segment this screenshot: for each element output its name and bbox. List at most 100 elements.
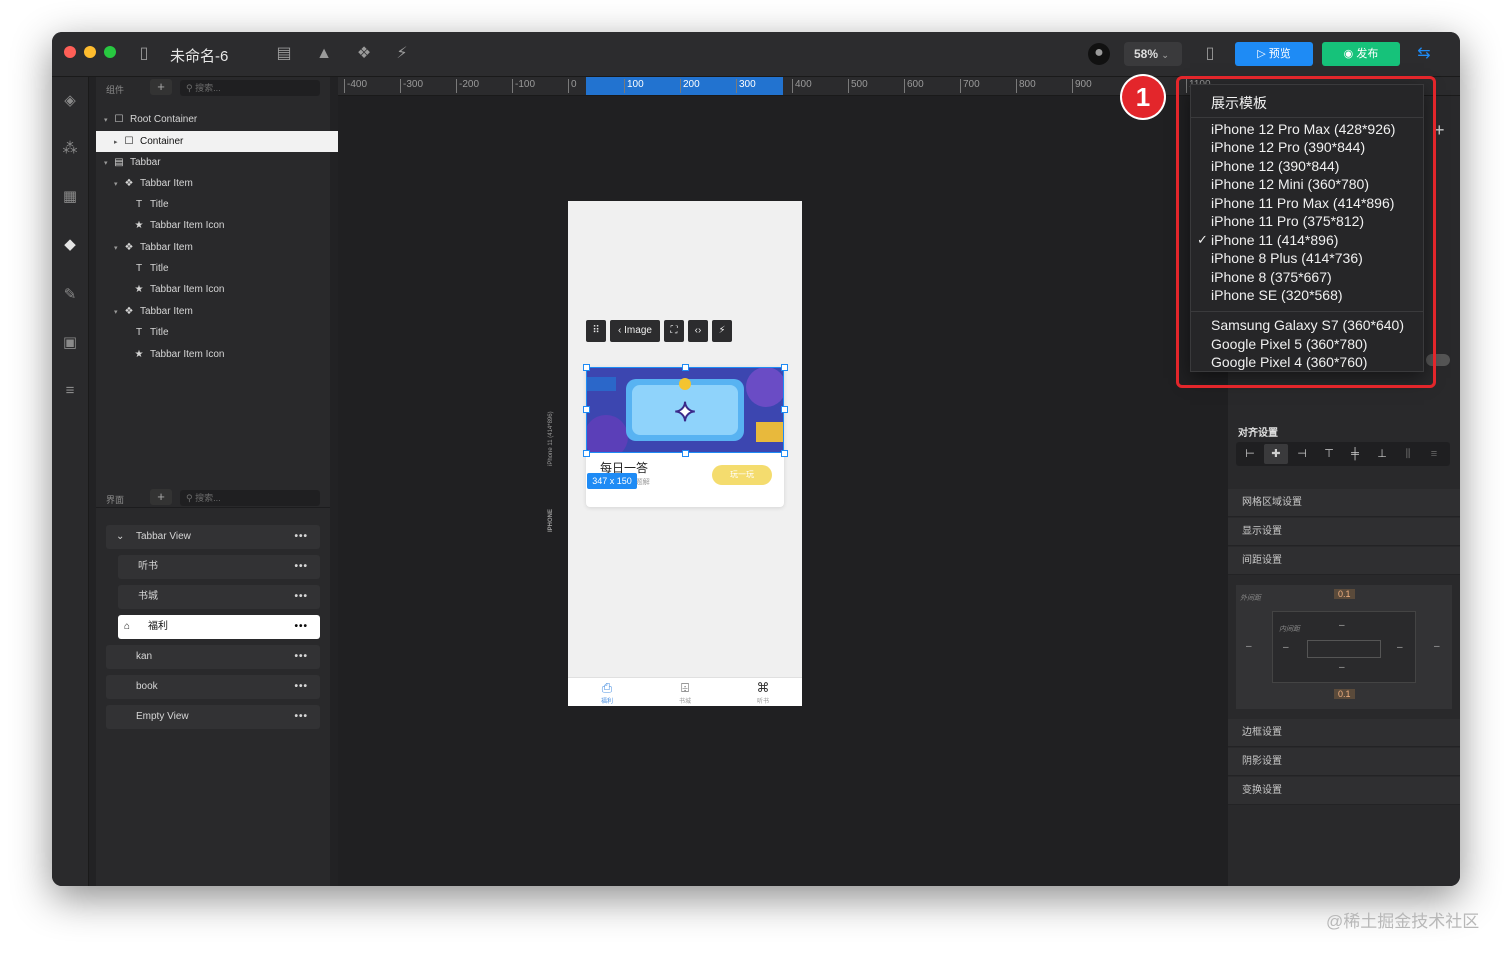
title-bar: ▯ 未命名-6 ▤ ▲ ❖ ⚡ ● 58% ⌄ ▯ ▷ 预览 ◉ 发布 ⇆: [52, 32, 1460, 77]
tree-item-tabbar-item-icon[interactable]: ★ Tabbar Item Icon: [96, 215, 366, 236]
interaction-icon[interactable]: ⚡: [392, 44, 412, 64]
tab-tingshu[interactable]: ⌘ 听书: [743, 680, 783, 705]
more-icon[interactable]: •••: [294, 645, 308, 669]
page-item-label: kan: [136, 651, 153, 662]
components-icon[interactable]: ❖: [354, 44, 374, 64]
search-icon: ⚲: [186, 493, 196, 503]
tree-item-root-container[interactable]: ▾ ☐ Root Container: [96, 109, 338, 130]
tree-item-tabbar-item[interactable]: ▾ ❖ Tabbar Item: [96, 173, 348, 194]
bottom-tabbar: ⎙ 福利 ⌹ 书城 ⌘ 听书: [568, 677, 802, 706]
pages-icon[interactable]: ▣: [60, 333, 80, 353]
bolt-icon[interactable]: ⚡: [712, 320, 732, 342]
maximize-window-button[interactable]: [104, 46, 116, 58]
drag-handle-icon[interactable]: ⠿: [586, 320, 606, 342]
resize-handle[interactable]: [682, 450, 689, 457]
preview-button[interactable]: ▷ 预览: [1235, 42, 1313, 66]
resize-handle[interactable]: [781, 450, 788, 457]
border-settings-section[interactable]: 边框设置: [1228, 719, 1460, 747]
page-item-fuli[interactable]: ⌂ 福利 •••: [118, 615, 320, 639]
theme-orb-icon[interactable]: ●: [1088, 43, 1110, 65]
tab-shucheng[interactable]: ⌹ 书城: [665, 680, 705, 705]
settings-sliders-icon[interactable]: ⇆: [1414, 44, 1434, 64]
align-top-icon[interactable]: ⊤: [1317, 444, 1341, 464]
ruler-tick: -200: [456, 79, 479, 93]
eye-icon: ◉: [1343, 48, 1357, 60]
resize-handle[interactable]: [583, 406, 590, 413]
tree-item-title[interactable]: T Title: [96, 258, 366, 279]
align-center-h-icon[interactable]: ✚: [1264, 444, 1288, 464]
tree-item-tabbar-item-icon[interactable]: ★ Tabbar Item Icon: [96, 344, 366, 365]
add-component-button[interactable]: +: [150, 79, 172, 95]
sidebar-toggle-icon[interactable]: ▯: [134, 44, 154, 64]
tab-fuli[interactable]: ⎙ 福利: [587, 680, 627, 705]
page-item-tabbar-view[interactable]: ⌄ Tabbar View •••: [106, 525, 320, 549]
distribute-v-icon[interactable]: ≡: [1422, 444, 1446, 464]
display-settings-section[interactable]: 显示设置: [1228, 518, 1460, 546]
more-icon[interactable]: •••: [294, 615, 308, 639]
tree-item-container[interactable]: ▸ ☐ Container: [96, 131, 348, 152]
padding-left-value[interactable]: –: [1283, 642, 1289, 653]
minimize-window-button[interactable]: [84, 46, 96, 58]
page-item-empty-view[interactable]: Empty View •••: [106, 705, 320, 729]
tree-item-title[interactable]: T Title: [96, 322, 366, 343]
margin-right-value[interactable]: –: [1434, 641, 1440, 652]
tree-item-tabbar[interactable]: ▾ ▤ Tabbar: [96, 152, 338, 173]
margin-bottom-value[interactable]: 0.1: [1334, 689, 1355, 699]
padding-right-value[interactable]: –: [1397, 642, 1403, 653]
page-item-tingshu[interactable]: 听书 •••: [118, 555, 320, 579]
more-icon[interactable]: •••: [294, 585, 308, 609]
pages-header: 界面 + ⚲ 搜索...: [96, 487, 330, 509]
resize-handle[interactable]: [583, 364, 590, 371]
padding-top-value[interactable]: –: [1339, 620, 1345, 631]
spacing-settings-section[interactable]: 间距设置: [1228, 547, 1460, 575]
resize-handle[interactable]: [781, 406, 788, 413]
more-icon[interactable]: •••: [294, 675, 308, 699]
add-page-button[interactable]: +: [150, 489, 172, 505]
design-canvas[interactable]: iPhone 11 (414*896) IPHONE ⠿ ‹ Image ⛶ ‹…: [338, 96, 1228, 886]
pages-search-input[interactable]: ⚲ 搜索...: [180, 490, 320, 506]
play-button[interactable]: 玩一玩: [712, 465, 772, 485]
resize-handle[interactable]: [682, 364, 689, 371]
distribute-h-icon[interactable]: ⫼: [1396, 444, 1420, 464]
fullscreen-icon[interactable]: ⛶: [664, 320, 684, 342]
page-item-kan[interactable]: kan •••: [106, 645, 320, 669]
shadow-settings-section[interactable]: 阴影设置: [1228, 748, 1460, 776]
more-icon[interactable]: •••: [294, 555, 308, 579]
align-center-v-icon[interactable]: ╪: [1343, 444, 1367, 464]
resize-handle[interactable]: [583, 450, 590, 457]
device-icon[interactable]: ▯: [1200, 44, 1220, 64]
grid-icon[interactable]: ▦: [60, 187, 80, 207]
more-icon[interactable]: •••: [294, 525, 308, 549]
pin-icon[interactable]: ✎: [60, 285, 80, 305]
padding-bottom-value[interactable]: –: [1339, 662, 1345, 673]
list-icon[interactable]: ≡: [60, 381, 80, 401]
resize-handle[interactable]: [781, 364, 788, 371]
caret-down-icon: ▾: [114, 181, 118, 188]
tree-item-tabbar-item[interactable]: ▾ ❖ Tabbar Item: [96, 237, 348, 258]
layers-icon[interactable]: ◆: [60, 235, 80, 255]
margin-left-value[interactable]: –: [1246, 641, 1252, 652]
parent-select-button[interactable]: ‹ Image: [610, 320, 660, 342]
components-search-input[interactable]: ⚲ 搜索...: [180, 80, 320, 96]
shape-icon[interactable]: ▲: [314, 44, 334, 64]
tree-item-title[interactable]: T Title: [96, 194, 366, 215]
align-left-icon[interactable]: ⊢: [1238, 444, 1262, 464]
page-item-book[interactable]: book •••: [106, 675, 320, 699]
cube-icon[interactable]: ◈: [60, 91, 80, 111]
publish-button[interactable]: ◉ 发布: [1322, 42, 1400, 66]
tree-item-tabbar-item-icon[interactable]: ★ Tabbar Item Icon: [96, 279, 366, 300]
more-icon[interactable]: •••: [294, 705, 308, 729]
zoom-select[interactable]: 58% ⌄: [1124, 42, 1182, 66]
close-window-button[interactable]: [64, 46, 76, 58]
tree-item-tabbar-item[interactable]: ▾ ❖ Tabbar Item: [96, 301, 348, 322]
align-bottom-icon[interactable]: ⊥: [1370, 444, 1394, 464]
page-item-shucheng[interactable]: 书城 •••: [118, 585, 320, 609]
code-icon[interactable]: ‹›: [688, 320, 708, 342]
grid-area-settings-section[interactable]: 网格区域设置: [1228, 489, 1460, 517]
phone-artboard[interactable]: ⠿ ‹ Image ⛶ ‹› ⚡ ✦ 每日一答 玩一玩 347 x 150 ⎙ …: [568, 201, 802, 706]
margin-top-value[interactable]: 0.1: [1334, 589, 1355, 599]
document-icon[interactable]: ▤: [274, 44, 294, 64]
align-right-icon[interactable]: ⊣: [1290, 444, 1314, 464]
components-icon[interactable]: ⁂: [60, 139, 80, 159]
transform-settings-section[interactable]: 变换设置: [1228, 777, 1460, 805]
